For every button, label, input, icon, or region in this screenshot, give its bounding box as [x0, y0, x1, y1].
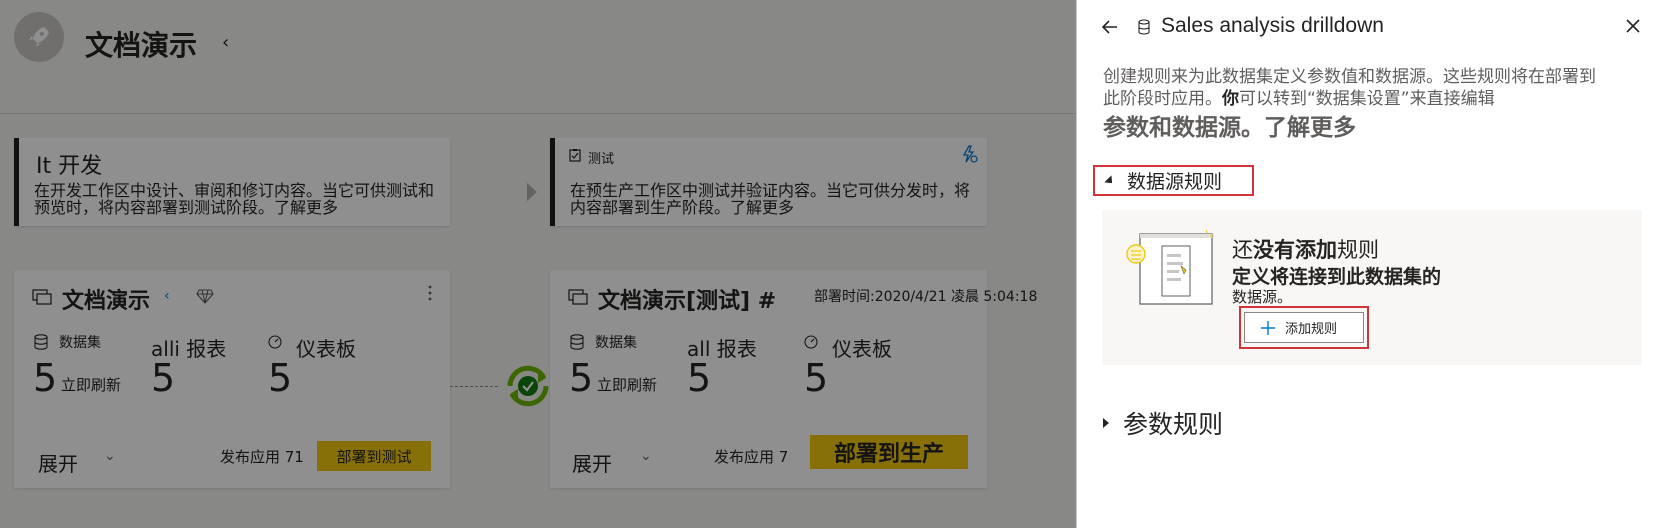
deployment-rules-panel: Sales analysis drilldown 创建规则来为此数据集定义参数值… [1076, 0, 1665, 528]
panel-description: 创建规则来为此数据集定义参数值和数据源。这些规则将在部署到 此阶段时应用。你可以… [1103, 66, 1623, 110]
empty-title-part-a: 还 [1232, 238, 1253, 262]
empty-state-subtitle-2: 数据源。 [1232, 288, 1293, 306]
empty-title-part-b: 没有添加 [1253, 238, 1337, 262]
collapsed-caret-icon [1103, 418, 1109, 428]
add-rule-label: 添加规则 [1285, 322, 1338, 337]
back-arrow-icon[interactable] [1097, 14, 1123, 40]
deployment-pipeline-view: 文档演示 ‹ It 开发 在开发工作区中设计、审阅和修订内容。当它可供测试和预览… [0, 0, 1076, 528]
empty-state-title: 还没有添加规则 [1232, 234, 1379, 264]
plus-icon [1261, 320, 1275, 335]
expanded-caret-icon [1104, 174, 1116, 187]
description-part-b: 你 [1222, 89, 1239, 109]
description-line-2: 此阶段时应用。你可以转到“数据集设置”来直接编辑 [1103, 88, 1623, 110]
parameter-rules-label: 参数规则 [1123, 410, 1224, 439]
no-rules-empty-state: 还没有添加规则 定义将连接到此数据集的 数据源。 添加规则 [1102, 210, 1642, 365]
datasource-rules-toggle[interactable]: 数据源规则 [1093, 165, 1254, 196]
datasource-rules-label: 数据源规则 [1127, 171, 1223, 193]
panel-title: Sales analysis drilldown [1161, 14, 1384, 37]
learn-more-link[interactable]: 参数和数据源。了解更多 [1103, 108, 1356, 142]
add-rule-highlight: 添加规则 [1239, 306, 1369, 349]
description-part-a: 此阶段时应用。 [1103, 89, 1222, 109]
dataset-settings-link[interactable]: 可以转到“数据集设置”来直接编辑 [1239, 89, 1495, 109]
parameter-rules-toggle[interactable]: 参数规则 [1103, 405, 1223, 441]
dataset-icon [1138, 19, 1150, 35]
close-icon[interactable] [1621, 14, 1645, 38]
empty-state-subtitle: 定义将连接到此数据集的 [1232, 266, 1442, 288]
rules-illustration-icon [1126, 230, 1214, 305]
description-line-1: 创建规则来为此数据集定义参数值和数据源。这些规则将在部署到 [1103, 67, 1596, 87]
modal-backdrop[interactable] [0, 0, 1076, 528]
add-rule-button[interactable]: 添加规则 [1244, 312, 1364, 343]
empty-title-part-c: 规则 [1337, 238, 1379, 262]
